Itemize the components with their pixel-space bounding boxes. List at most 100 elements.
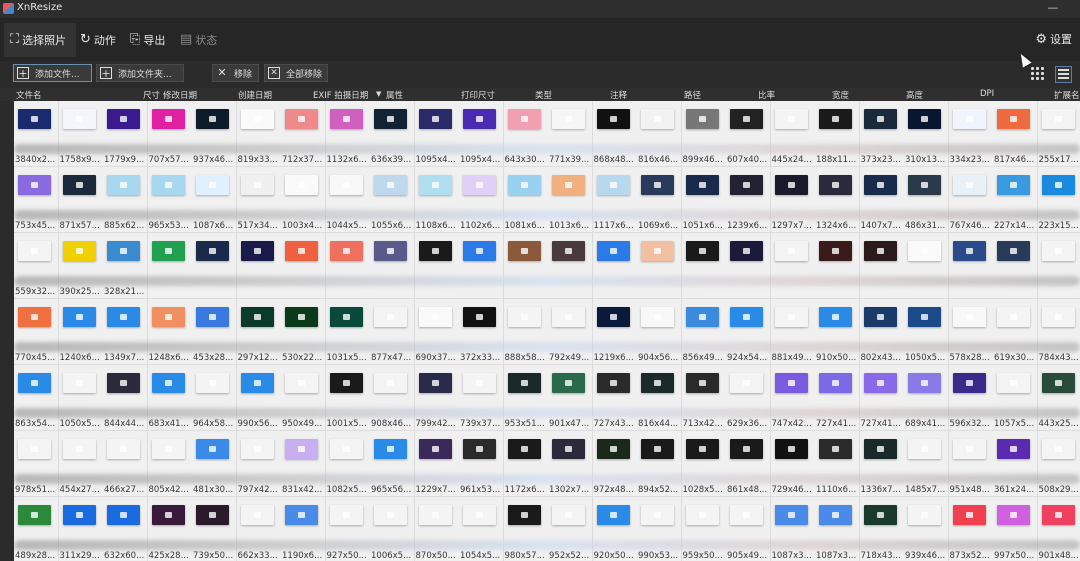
thumbnail-item[interactable]: 718x43...: [859, 497, 905, 561]
column-header[interactable]: 修改日期: [163, 89, 197, 101]
tab-action[interactable]: ↻ 动作: [80, 23, 120, 57]
thumbnail-item[interactable]: 894x52...: [637, 431, 682, 497]
column-header[interactable]: 属性: [386, 89, 403, 101]
thumbnail-item[interactable]: [281, 233, 326, 299]
thumbnail-item[interactable]: 1050x5...: [58, 365, 104, 431]
column-header[interactable]: 打印尺寸: [461, 89, 495, 101]
settings-button[interactable]: ⚙ 设置: [1035, 31, 1072, 47]
thumbnail-item[interactable]: 1407x7...: [859, 167, 905, 233]
thumbnail-item[interactable]: 1054x5...: [459, 497, 504, 561]
thumbnail-item[interactable]: 863x54...: [14, 365, 59, 431]
column-header[interactable]: 路径: [684, 89, 701, 101]
thumbnail-item[interactable]: [414, 233, 460, 299]
thumbnail-item[interactable]: 797x42...: [236, 431, 282, 497]
thumbnail-item[interactable]: 328x21...: [103, 233, 148, 299]
column-header[interactable]: 尺寸: [143, 89, 160, 101]
thumbnail-item[interactable]: 939x46...: [904, 497, 949, 561]
thumbnail-item[interactable]: 1758x9...: [58, 101, 104, 167]
thumbnail-item[interactable]: 1108x6...: [414, 167, 460, 233]
thumbnail-item[interactable]: 486x31...: [904, 167, 949, 233]
column-header[interactable]: 高度: [906, 89, 923, 101]
thumbnail-item[interactable]: 425x28...: [147, 497, 193, 561]
thumbnail-item[interactable]: 1102x6...: [459, 167, 504, 233]
thumbnail-item[interactable]: 899x46...: [681, 101, 727, 167]
thumbnail-item[interactable]: 619x30...: [993, 299, 1038, 365]
remove-button[interactable]: ✕ 移除: [212, 64, 259, 82]
thumbnail-item[interactable]: 950x49...: [281, 365, 326, 431]
thumbnail-item[interactable]: 753x45...: [14, 167, 59, 233]
thumbnail-item[interactable]: 729x46...: [770, 431, 816, 497]
add-files-button[interactable]: + 添加文件...: [13, 64, 92, 82]
minimize-button[interactable]: —: [1046, 2, 1060, 14]
thumbnail-item[interactable]: 1240x6...: [58, 299, 104, 365]
thumbnail-item[interactable]: [325, 233, 371, 299]
thumbnail-item[interactable]: [770, 233, 816, 299]
thumbnail-item[interactable]: 1057x5...: [993, 365, 1038, 431]
column-header[interactable]: DPI: [980, 89, 994, 99]
add-folder-button[interactable]: + 添加文件夹...: [96, 64, 184, 82]
thumbnail-item[interactable]: 927x50...: [325, 497, 371, 561]
thumbnail-item[interactable]: 747x42...: [770, 365, 816, 431]
thumbnail-item[interactable]: 802x43...: [859, 299, 905, 365]
thumbnail-item[interactable]: 739x37...: [459, 365, 504, 431]
thumbnail-item[interactable]: 188x11...: [815, 101, 860, 167]
thumbnail-item[interactable]: 920x50...: [592, 497, 638, 561]
thumbnail-item[interactable]: 727x41...: [815, 365, 860, 431]
thumbnail-item[interactable]: 972x48...: [592, 431, 638, 497]
thumbnail-item[interactable]: 1302x7...: [548, 431, 593, 497]
thumbnail-item[interactable]: 908x46...: [370, 365, 415, 431]
thumbnail-item[interactable]: [681, 233, 727, 299]
thumbnail-item[interactable]: 784x43...: [1037, 299, 1080, 365]
thumbnail-item[interactable]: 1081x6...: [503, 167, 549, 233]
thumbnail-item[interactable]: 861x48...: [726, 431, 771, 497]
thumbnail-item[interactable]: [503, 233, 549, 299]
thumbnail-item[interactable]: 727x41...: [859, 365, 905, 431]
thumbnail-item[interactable]: [726, 233, 771, 299]
thumbnail-item[interactable]: [592, 233, 638, 299]
thumbnail-item[interactable]: 361x24...: [993, 431, 1038, 497]
thumbnail-item[interactable]: [370, 233, 415, 299]
thumbnail-item[interactable]: 871x57...: [58, 167, 104, 233]
column-header[interactable]: 注释: [610, 89, 627, 101]
thumbnail-item[interactable]: 517x34...: [236, 167, 282, 233]
thumbnail-item[interactable]: 1087x3...: [770, 497, 816, 561]
column-header[interactable]: 类型: [535, 89, 552, 101]
thumbnail-item[interactable]: 1050x5...: [904, 299, 949, 365]
thumbnail-item[interactable]: 877x47...: [370, 299, 415, 365]
thumbnail-item[interactable]: 466x27...: [103, 431, 148, 497]
thumbnail-item[interactable]: 910x50...: [815, 299, 860, 365]
thumbnail-item[interactable]: 799x42...: [414, 365, 460, 431]
thumbnail-item[interactable]: 904x56...: [637, 299, 682, 365]
thumbnail-item[interactable]: 1324x6...: [815, 167, 860, 233]
thumbnail-item[interactable]: 707x57...: [147, 101, 193, 167]
thumbnail-item[interactable]: 690x37...: [414, 299, 460, 365]
column-header[interactable]: 宽度: [832, 89, 849, 101]
thumbnail-item[interactable]: 831x42...: [281, 431, 326, 497]
thumbnail-item[interactable]: 1003x4...: [281, 167, 326, 233]
thumbnail-item[interactable]: 454x27...: [58, 431, 104, 497]
thumbnail-item[interactable]: [815, 233, 860, 299]
thumbnail-item[interactable]: 1006x5...: [370, 497, 415, 561]
thumbnail-item[interactable]: 1117x6...: [592, 167, 638, 233]
thumbnail-item[interactable]: 559x32...: [14, 233, 59, 299]
thumbnail-item[interactable]: [904, 233, 949, 299]
tab-select-photos[interactable]: ⛶ 选择照片: [4, 23, 76, 57]
thumbnail-item[interactable]: 727x43...: [592, 365, 638, 431]
thumbnail-item[interactable]: [192, 233, 237, 299]
thumbnail-item[interactable]: 1248x6...: [147, 299, 193, 365]
thumbnail-item[interactable]: 596x32...: [948, 365, 994, 431]
thumbnail-item[interactable]: 712x37...: [281, 101, 326, 167]
thumbnail-item[interactable]: 632x60...: [103, 497, 148, 561]
thumbnail-item[interactable]: 965x53...: [147, 167, 193, 233]
thumbnail-item[interactable]: [548, 233, 593, 299]
thumbnail-item[interactable]: 443x25...: [1037, 365, 1080, 431]
thumbnail-item[interactable]: [236, 233, 282, 299]
thumbnail-item[interactable]: 1349x7...: [103, 299, 148, 365]
thumbnail-item[interactable]: 1172x6...: [503, 431, 549, 497]
thumbnail-item[interactable]: 888x58...: [503, 299, 549, 365]
thumbnail-item[interactable]: 1190x6...: [281, 497, 326, 561]
thumbnail-item[interactable]: 1028x5...: [681, 431, 727, 497]
thumbnail-item[interactable]: 689x41...: [904, 365, 949, 431]
thumbnail-item[interactable]: 868x48...: [592, 101, 638, 167]
thumbnail-item[interactable]: 607x40...: [726, 101, 771, 167]
